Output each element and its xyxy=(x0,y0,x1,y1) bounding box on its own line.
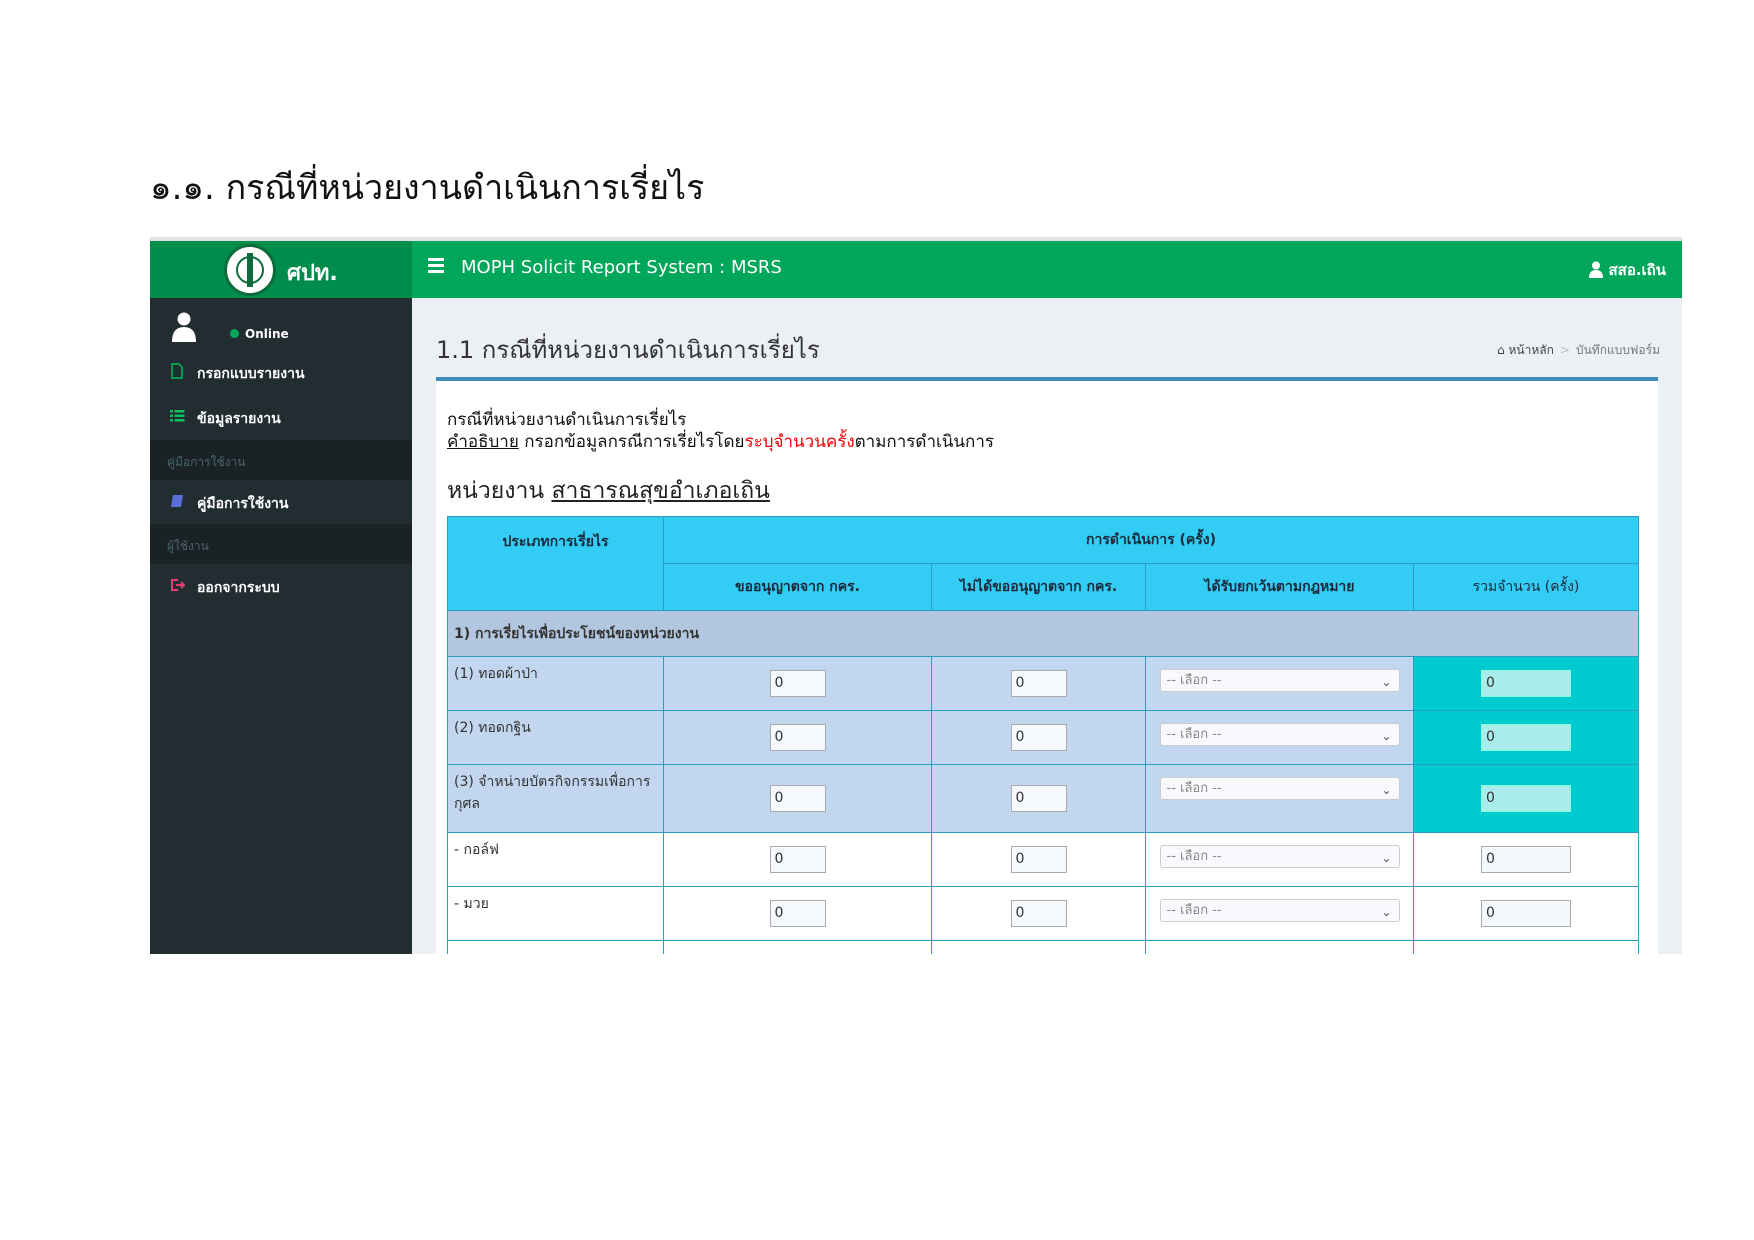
unit-name: สาธารณสุขอำเภอเถิน xyxy=(551,478,770,504)
logo[interactable]: ศปท. xyxy=(150,241,412,298)
table-row xyxy=(447,940,1639,954)
chevron-down-icon: ⌄ xyxy=(1381,729,1392,743)
table-group-row: 1) การเรี่ยไรเพื่อประโยชน์ของหน่วยงาน xyxy=(447,610,1639,657)
permitted-input[interactable]: 0 xyxy=(769,670,826,697)
solicit-table: ประเภทการเรี่ยไร การดำเนินการ (ครั้ง) ขอ… xyxy=(447,516,1639,954)
not-permitted-input[interactable]: 0 xyxy=(1010,670,1067,697)
total-input[interactable]: 0 xyxy=(1481,846,1571,873)
unit-heading: หน่วยงาน สาธารณสุขอำเภอเถิน xyxy=(447,478,770,504)
sidebar: Online กรอกแบบรายงาน ข้อมูลรายงาน คู่มือ… xyxy=(150,298,412,954)
total-input[interactable]: 0 xyxy=(1481,724,1571,751)
breadcrumb-separator: > xyxy=(1559,343,1570,357)
sidebar-item-fill-report[interactable]: กรอกแบบรายงาน xyxy=(150,350,412,394)
sidebar-header-user: ผู้ใช้งาน xyxy=(150,524,412,564)
breadcrumb: ⌂ หน้าหลัก > บันทึกแบบฟอร์ม xyxy=(1497,341,1660,360)
sidebar-item-report-data[interactable]: ข้อมูลรายงาน xyxy=(150,395,412,439)
moph-emblem-icon xyxy=(224,244,276,296)
sidebar-header-manual: คู่มือการใช้งาน xyxy=(150,440,412,480)
row-label: - กอล์ฟ xyxy=(447,832,664,887)
table-row: (3) จำหน่ายบัตรกิจกรรมเพื่อการกุศล 0 0 -… xyxy=(447,764,1639,833)
permitted-input[interactable]: 0 xyxy=(769,846,826,873)
table-row: (2) ทอดกฐิน 0 0 -- เลือก -- ⌄ 0 xyxy=(447,710,1639,765)
row-label: (2) ทอดกฐิน xyxy=(447,710,664,765)
exempt-select[interactable]: -- เลือก -- ⌄ xyxy=(1159,777,1400,800)
file-icon xyxy=(171,363,183,379)
page-title: 1.1 กรณีที่หน่วยงานดำเนินการเรี่ยไร xyxy=(436,336,820,364)
chevron-down-icon: ⌄ xyxy=(1381,851,1392,865)
sidebar-item-manual[interactable]: คู่มือการใช้งาน xyxy=(150,480,412,524)
header-exempt: ได้รับยกเว้นตามกฎหมาย xyxy=(1145,563,1414,611)
exempt-select[interactable]: -- เลือก -- ⌄ xyxy=(1159,845,1400,868)
user-name: สสอ.เถิน xyxy=(1608,261,1666,279)
breadcrumb-current: บันทึกแบบฟอร์ม xyxy=(1575,343,1660,357)
header-total: รวมจำนวน (ครั้ง) xyxy=(1413,563,1639,611)
breadcrumb-home[interactable]: หน้าหลัก xyxy=(1509,343,1554,357)
sidebar-item-logout[interactable]: ออกจากระบบ xyxy=(150,564,412,608)
home-icon: ⌂ xyxy=(1497,343,1505,357)
permitted-input[interactable]: 0 xyxy=(769,785,826,812)
not-permitted-input[interactable]: 0 xyxy=(1010,785,1067,812)
menu-toggle-icon[interactable] xyxy=(428,258,444,273)
main-content: 1.1 กรณีที่หน่วยงานดำเนินการเรี่ยไร ⌂ หน… xyxy=(412,298,1682,954)
header-permitted: ขออนุญาตจาก กคร. xyxy=(663,563,932,611)
group-label: 1) การเรี่ยไรเพื่อประโยชน์ของหน่วยงาน xyxy=(447,610,1639,657)
document-heading: ๑.๑. กรณีที่หน่วยงานดำเนินการเรี่ยไร xyxy=(150,168,705,208)
form-box: กรณีที่หน่วยงานดำเนินการเรี่ยไร คำอธิบาย… xyxy=(436,377,1658,954)
status-dot-icon xyxy=(230,329,239,338)
logo-text: ศปท. xyxy=(287,261,338,286)
description-text: คำอธิบาย กรอกข้อมูลกรณีการเรี่ยไรโดยระบุ… xyxy=(447,432,995,452)
user-icon xyxy=(1588,261,1603,278)
user-avatar-icon xyxy=(172,312,196,342)
header-type: ประเภทการเรี่ยไร xyxy=(447,516,664,611)
table-row: - กอล์ฟ 0 0 -- เลือก -- ⌄ 0 xyxy=(447,832,1639,887)
top-navbar: ศปท. MOPH Solicit Report System : MSRS ส… xyxy=(150,241,1682,298)
row-label: (3) จำหน่ายบัตรกิจกรรมเพื่อการกุศล xyxy=(447,764,664,833)
chevron-down-icon: ⌄ xyxy=(1381,783,1392,797)
chevron-down-icon: ⌄ xyxy=(1381,675,1392,689)
not-permitted-input[interactable]: 0 xyxy=(1010,846,1067,873)
total-input[interactable]: 0 xyxy=(1481,670,1571,697)
header-operation: การดำเนินการ (ครั้ง) xyxy=(663,516,1639,564)
table-row: - มวย 0 0 -- เลือก -- ⌄ 0 xyxy=(447,886,1639,941)
header-not-permitted: ไม่ได้ขออนุญาตจาก กคร. xyxy=(931,563,1146,611)
not-permitted-input[interactable]: 0 xyxy=(1010,724,1067,751)
book-icon xyxy=(171,495,183,507)
online-status: Online xyxy=(230,327,289,341)
not-permitted-input[interactable]: 0 xyxy=(1010,900,1067,927)
exempt-select[interactable]: -- เลือก -- ⌄ xyxy=(1159,723,1400,746)
chevron-down-icon: ⌄ xyxy=(1381,905,1392,919)
app-screenshot: ศปท. MOPH Solicit Report System : MSRS ส… xyxy=(150,237,1682,954)
row-label: - มวย xyxy=(447,886,664,941)
system-title: MOPH Solicit Report System : MSRS xyxy=(461,257,782,278)
table-row: (1) ทอดผ้าป่า 0 0 -- เลือก -- ⌄ 0 xyxy=(447,656,1639,711)
sign-out-icon xyxy=(171,579,185,591)
row-label: (1) ทอดผ้าป่า xyxy=(447,656,664,711)
list-icon xyxy=(170,410,185,422)
total-input[interactable]: 0 xyxy=(1481,900,1571,927)
permitted-input[interactable]: 0 xyxy=(769,900,826,927)
user-menu[interactable]: สสอ.เถิน xyxy=(1588,258,1666,282)
exempt-select[interactable]: -- เลือก -- ⌄ xyxy=(1159,669,1400,692)
exempt-select[interactable]: -- เลือก -- ⌄ xyxy=(1159,899,1400,922)
total-input[interactable]: 0 xyxy=(1481,785,1571,812)
permitted-input[interactable]: 0 xyxy=(769,724,826,751)
